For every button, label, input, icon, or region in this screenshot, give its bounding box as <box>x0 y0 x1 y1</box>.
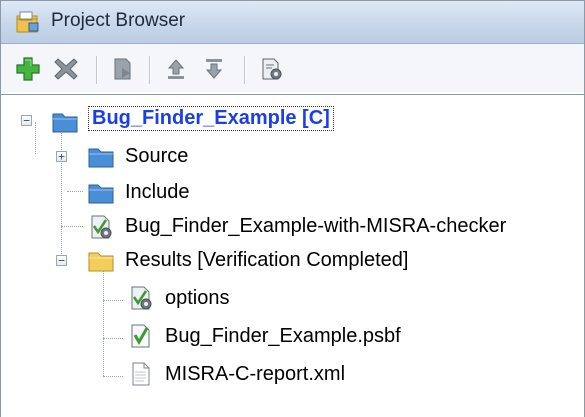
tree-connector <box>61 226 83 227</box>
tree-connector <box>103 300 123 301</box>
window-title: Project Browser <box>51 10 186 31</box>
tree-item-report[interactable]: MISRA-C-report.xml <box>165 363 345 386</box>
collapse-toggle[interactable]: − <box>56 255 67 266</box>
tree-item-source[interactable]: Source <box>125 145 188 168</box>
expand-toggle[interactable]: + <box>56 151 67 162</box>
collapse-toggle[interactable]: − <box>21 115 32 126</box>
config-file-icon <box>131 286 152 310</box>
tree-root-label[interactable]: Bug_Finder_Example [C] <box>88 106 334 131</box>
move-down-button[interactable] <box>199 54 229 84</box>
project-browser-window: Project Browser − Bug_Finder_Example [C]… <box>0 0 585 417</box>
document-icon <box>132 362 150 386</box>
tree-connector <box>103 376 123 377</box>
folder-blue-icon <box>52 113 78 133</box>
tree-item-results[interactable]: Results [Verification Completed] <box>125 249 408 272</box>
tree-connector <box>67 191 83 192</box>
toolbar-separator <box>96 56 98 84</box>
folder-blue-icon <box>88 184 114 204</box>
run-icon <box>114 58 131 80</box>
tree-item-result-file[interactable]: Bug_Finder_Example.psbf <box>165 325 401 348</box>
tree-connector <box>103 271 104 376</box>
title-bar: Project Browser <box>1 1 584 44</box>
tree-item-config[interactable]: Bug_Finder_Example-with-MISRA-checker <box>125 215 506 238</box>
config-file-icon <box>91 215 112 239</box>
tree-connector <box>35 122 36 154</box>
result-file-icon <box>131 324 150 348</box>
remove-icon <box>54 58 78 80</box>
project-browser-icon <box>16 11 39 33</box>
move-up-button[interactable] <box>161 54 191 84</box>
toolbar <box>1 44 584 92</box>
move-down-icon <box>205 59 223 79</box>
run-button[interactable] <box>108 54 138 84</box>
tree-item-options[interactable]: options <box>165 287 230 310</box>
tree-connector <box>103 338 123 339</box>
configure-button[interactable] <box>257 54 287 84</box>
plus-icon <box>16 57 40 81</box>
configure-icon <box>262 58 282 80</box>
folder-yellow-icon <box>88 252 114 272</box>
remove-button[interactable] <box>51 54 81 84</box>
project-tree: − Bug_Finder_Example [C] + Source Includ… <box>1 94 584 417</box>
toolbar-separator <box>149 56 151 84</box>
move-up-icon <box>167 59 185 79</box>
tree-item-include[interactable]: Include <box>125 181 190 204</box>
add-button[interactable] <box>13 54 43 84</box>
folder-blue-icon <box>88 148 114 168</box>
toolbar-separator <box>244 56 246 84</box>
tree-connector <box>61 126 62 264</box>
